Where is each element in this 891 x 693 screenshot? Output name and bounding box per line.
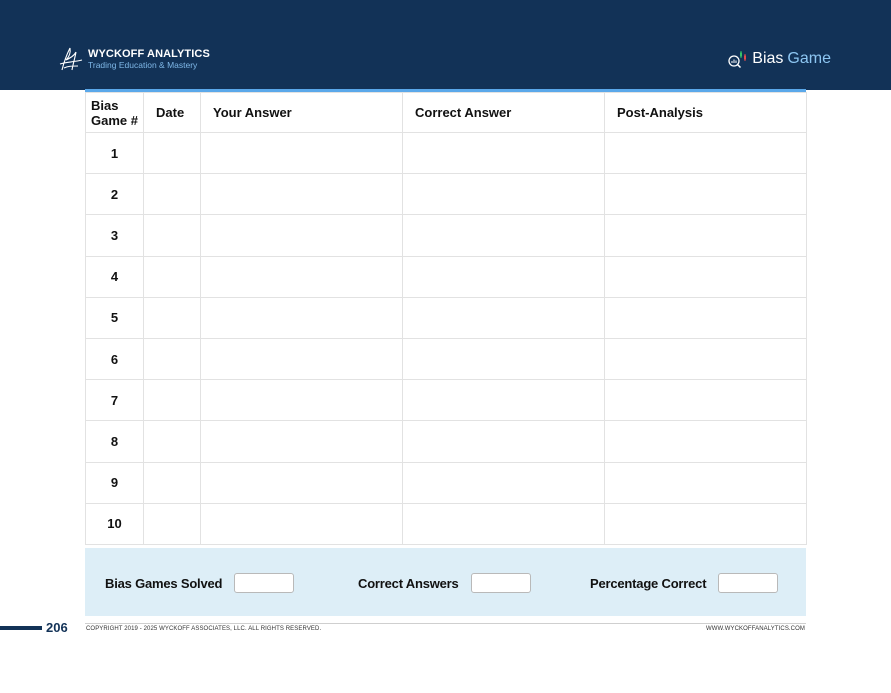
website-link[interactable]: WWW.WYCKOFFANALYTICS.COM	[706, 626, 805, 632]
brand-logo: WYCKOFF ANALYTICS Trading Education & Ma…	[58, 44, 210, 74]
post-analysis-cell[interactable]	[604, 502, 807, 545]
table-row: 5	[85, 296, 807, 339]
your-answer-cell[interactable]	[200, 255, 403, 298]
footer-divider	[85, 623, 806, 624]
bias-games-solved-label: Bias Games Solved	[105, 575, 223, 591]
date-cell[interactable]	[143, 296, 201, 339]
title-word-game: Game	[787, 50, 831, 67]
date-cell[interactable]	[143, 379, 201, 422]
table-header-row: Bias Game # Date Your Answer Correct Ans…	[85, 92, 807, 133]
your-answer-cell[interactable]	[200, 214, 403, 257]
footer-accent-bar	[0, 626, 42, 630]
post-analysis-cell[interactable]	[604, 296, 807, 339]
header-bias-game-number: Bias Game #	[85, 92, 144, 133]
game-number-cell: 9	[85, 461, 144, 504]
table-row: 9	[85, 461, 807, 504]
page-number: 206	[46, 620, 68, 635]
date-cell[interactable]	[143, 502, 201, 545]
correct-answers-field[interactable]	[470, 573, 531, 593]
header-post-analysis: Post-Analysis	[604, 92, 807, 133]
post-analysis-cell[interactable]	[604, 461, 807, 504]
wyckoff-signature-icon	[59, 47, 83, 71]
correct-answer-cell[interactable]	[402, 461, 605, 504]
date-cell[interactable]	[143, 461, 201, 504]
your-answer-cell[interactable]	[200, 502, 403, 545]
brand-name: WYCKOFF ANALYTICS	[88, 48, 210, 60]
date-cell[interactable]	[143, 131, 201, 175]
date-cell[interactable]	[143, 255, 201, 298]
correct-answer-cell[interactable]	[402, 379, 605, 422]
game-number-cell: 6	[85, 337, 144, 381]
table-row: 4	[85, 255, 807, 298]
table-row: 10	[85, 502, 807, 545]
post-analysis-cell[interactable]	[604, 420, 807, 463]
correct-answer-cell[interactable]	[402, 420, 605, 463]
bias-game-log-table: Bias Game # Date Your Answer Correct Ans…	[85, 89, 807, 545]
game-number-cell: 10	[85, 502, 144, 545]
copyright-text: COPYRIGHT 2019 - 2025 WYCKOFF ASSOCIATES…	[86, 626, 322, 632]
date-cell[interactable]	[143, 420, 201, 463]
correct-answer-cell[interactable]	[402, 255, 605, 298]
game-number-cell: 4	[85, 255, 144, 298]
correct-answer-cell[interactable]	[402, 296, 605, 339]
post-analysis-cell[interactable]	[604, 379, 807, 422]
game-number-cell: 5	[85, 296, 144, 339]
table-row: 3	[85, 214, 807, 257]
post-analysis-cell[interactable]	[604, 255, 807, 298]
table-row: 2	[85, 173, 807, 216]
page-header: WYCKOFF ANALYTICS Trading Education & Ma…	[0, 0, 891, 90]
summary-panel: Bias Games Solved Correct Answers Percen…	[85, 548, 806, 616]
correct-answer-cell[interactable]	[402, 131, 605, 175]
date-cell[interactable]	[143, 214, 201, 257]
game-number-cell: 8	[85, 420, 144, 463]
correct-answers-label: Correct Answers	[358, 575, 459, 591]
brand-tagline: Trading Education & Mastery	[88, 60, 198, 70]
percentage-correct-group: Percentage Correct	[590, 573, 779, 593]
bias-game-title: Bias Game	[726, 48, 831, 70]
header-date: Date	[143, 92, 201, 133]
header-correct-answer: Correct Answer	[402, 92, 605, 133]
game-number-cell: 2	[85, 173, 144, 216]
your-answer-cell[interactable]	[200, 461, 403, 504]
game-number-cell: 1	[85, 131, 144, 175]
date-cell[interactable]	[143, 173, 201, 216]
table-row: 7	[85, 379, 807, 422]
correct-answers-group: Correct Answers	[358, 573, 531, 593]
your-answer-cell[interactable]	[200, 296, 403, 339]
post-analysis-cell[interactable]	[604, 214, 807, 257]
your-answer-cell[interactable]	[200, 420, 403, 463]
your-answer-cell[interactable]	[200, 131, 403, 175]
your-answer-cell[interactable]	[200, 379, 403, 422]
date-cell[interactable]	[143, 337, 201, 381]
game-number-cell: 3	[85, 214, 144, 257]
bias-games-solved-group: Bias Games Solved	[105, 573, 295, 593]
post-analysis-cell[interactable]	[604, 337, 807, 381]
correct-answer-cell[interactable]	[402, 173, 605, 216]
your-answer-cell[interactable]	[200, 173, 403, 216]
percentage-correct-field[interactable]	[718, 573, 779, 593]
post-analysis-cell[interactable]	[604, 131, 807, 175]
table-row: 8	[85, 420, 807, 463]
table-row: 1	[85, 131, 807, 175]
percentage-correct-label: Percentage Correct	[590, 575, 707, 591]
post-analysis-cell[interactable]	[604, 173, 807, 216]
table-row: 6	[85, 337, 807, 381]
correct-answer-cell[interactable]	[402, 214, 605, 257]
bias-games-solved-field[interactable]	[234, 573, 295, 593]
title-word-bias: Bias	[752, 50, 784, 67]
header-your-answer: Your Answer	[200, 92, 403, 133]
your-answer-cell[interactable]	[200, 337, 403, 381]
correct-answer-cell[interactable]	[402, 337, 605, 381]
game-number-cell: 7	[85, 379, 144, 422]
magnifier-chart-icon	[728, 51, 747, 69]
correct-answer-cell[interactable]	[402, 502, 605, 545]
